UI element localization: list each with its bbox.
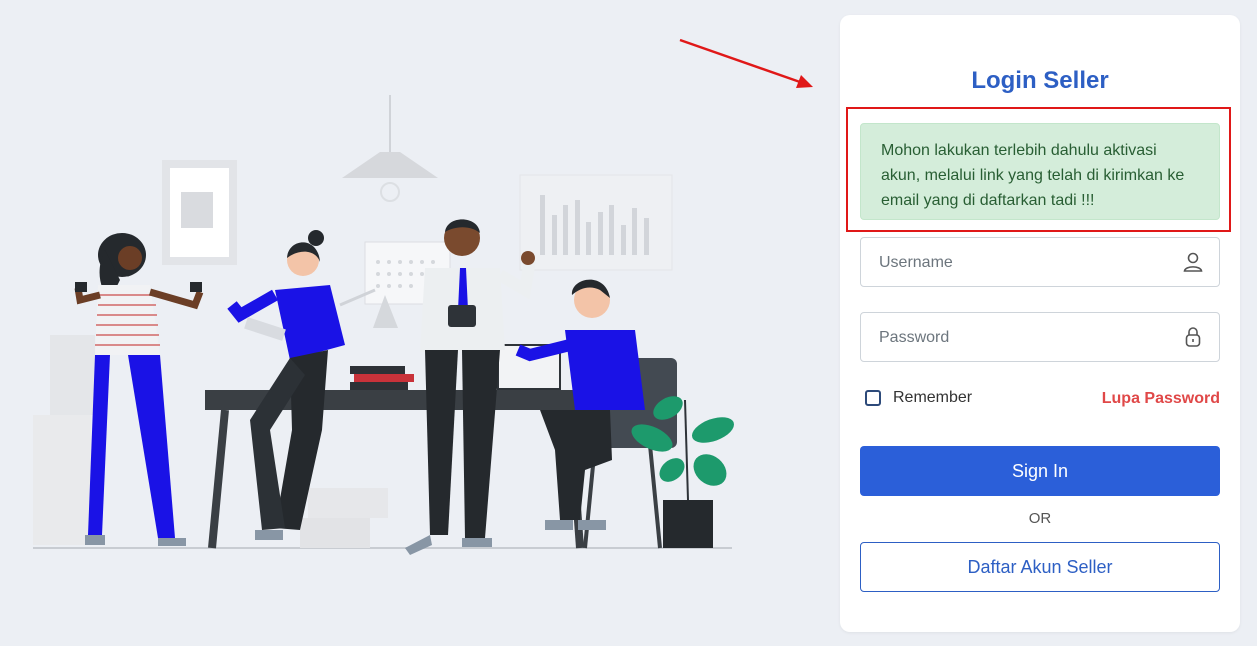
- username-field[interactable]: [860, 237, 1220, 288]
- sign-in-button[interactable]: Sign In: [860, 446, 1220, 496]
- remember-control[interactable]: Remember: [865, 389, 972, 407]
- user-icon: [1181, 250, 1205, 274]
- remember-label: Remember: [893, 389, 973, 406]
- or-divider: OR: [1028, 510, 1052, 527]
- username-input[interactable]: [877, 238, 1171, 288]
- forgot-password-link[interactable]: Lupa Password: [1102, 390, 1220, 408]
- login-card: Login Seller Mohon lakukan terlebih dahu…: [840, 15, 1240, 632]
- login-title: Login Seller: [971, 67, 1109, 94]
- office-team-illustration: [33, 95, 735, 555]
- register-seller-button[interactable]: Daftar Akun Seller: [860, 542, 1220, 592]
- password-input[interactable]: [877, 313, 1171, 363]
- lock-icon: [1181, 325, 1205, 349]
- remember-checkbox[interactable]: [865, 390, 881, 406]
- password-field[interactable]: [860, 312, 1220, 363]
- activation-alert: Mohon lakukan terlebih dahulu aktivasi a…: [860, 123, 1220, 220]
